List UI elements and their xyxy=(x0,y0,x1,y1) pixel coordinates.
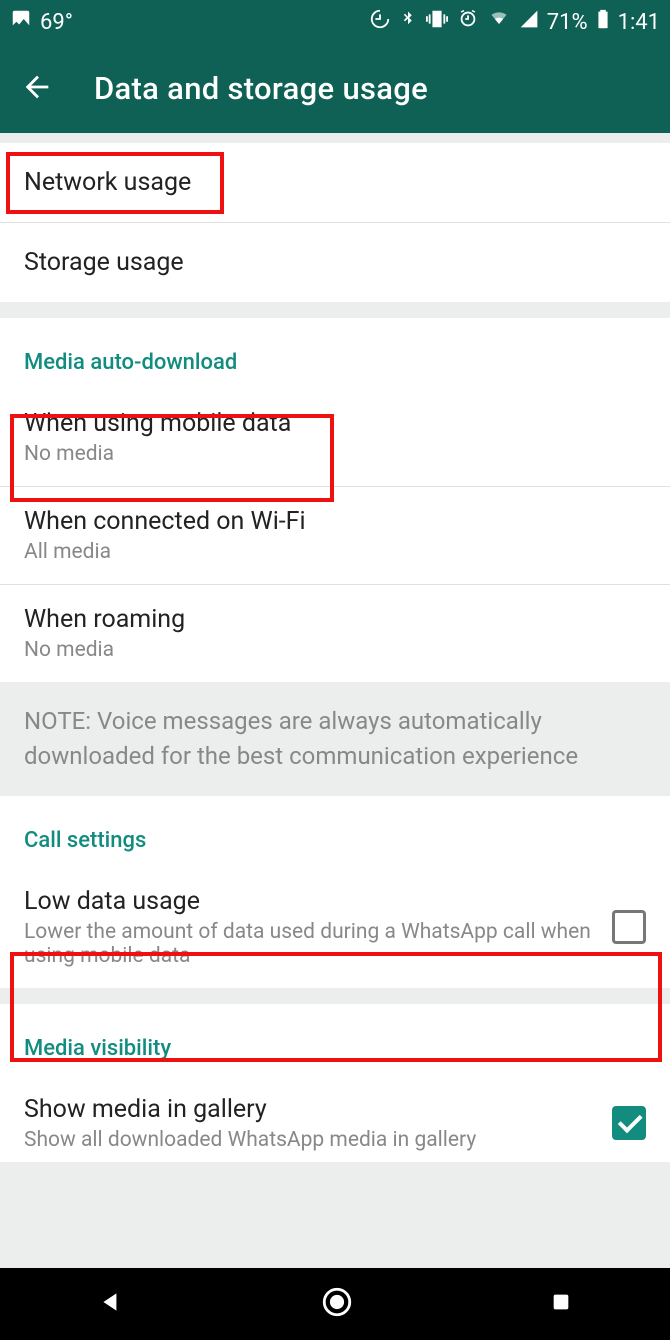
row-network-usage[interactable]: Network usage xyxy=(0,143,670,223)
status-time: 1:41 xyxy=(618,10,660,35)
row-subtitle: No media xyxy=(24,638,646,662)
row-wifi[interactable]: When connected on Wi-Fi All media xyxy=(0,487,670,585)
status-battery-text: 71% xyxy=(547,10,588,35)
bluetooth-icon xyxy=(399,8,417,36)
section-header-media-visibility: Media visibility xyxy=(0,1004,670,1075)
page-title: Data and storage usage xyxy=(94,70,428,107)
battery-icon xyxy=(596,8,610,36)
back-button[interactable] xyxy=(20,70,54,108)
show-media-checkbox[interactable] xyxy=(612,1106,646,1140)
nav-recent-button[interactable] xyxy=(550,1291,572,1317)
row-show-media-gallery[interactable]: Show media in gallery Show all downloade… xyxy=(0,1075,670,1158)
row-subtitle: Lower the amount of data used during a W… xyxy=(24,920,596,968)
row-label: Storage usage xyxy=(24,248,646,277)
row-title: Low data usage xyxy=(24,887,596,916)
vibrate-icon xyxy=(425,8,449,36)
row-title: When roaming xyxy=(24,605,646,634)
row-mobile-data[interactable]: When using mobile data No media xyxy=(0,389,670,487)
row-low-data-usage[interactable]: Low data usage Lower the amount of data … xyxy=(0,867,670,988)
row-label: Network usage xyxy=(24,168,646,197)
section-header-media-auto-download: Media auto-download xyxy=(0,318,670,389)
wifi-icon xyxy=(487,9,511,35)
nav-home-button[interactable] xyxy=(320,1285,354,1323)
weather-icon xyxy=(10,8,32,36)
update-icon xyxy=(369,8,391,36)
row-title: When connected on Wi-Fi xyxy=(24,507,646,536)
status-bar: 69° 71% 1:41 xyxy=(0,0,670,44)
row-subtitle: No media xyxy=(24,442,646,466)
low-data-checkbox[interactable] xyxy=(612,910,646,944)
status-temperature: 69° xyxy=(40,10,73,35)
section-header-call-settings: Call settings xyxy=(0,796,670,867)
row-title: Show media in gallery xyxy=(24,1095,596,1124)
nav-back-button[interactable] xyxy=(98,1289,124,1319)
alarm-icon xyxy=(457,8,479,36)
row-subtitle: All media xyxy=(24,540,646,564)
app-bar: Data and storage usage xyxy=(0,44,670,133)
row-subtitle: Show all downloaded WhatsApp media in ga… xyxy=(24,1128,596,1152)
row-title: When using mobile data xyxy=(24,409,646,438)
signal-icon xyxy=(519,9,539,35)
row-storage-usage[interactable]: Storage usage xyxy=(0,223,670,302)
row-roaming[interactable]: When roaming No media xyxy=(0,585,670,682)
media-download-note: NOTE: Voice messages are always automati… xyxy=(0,682,670,796)
nav-bar xyxy=(0,1268,670,1340)
